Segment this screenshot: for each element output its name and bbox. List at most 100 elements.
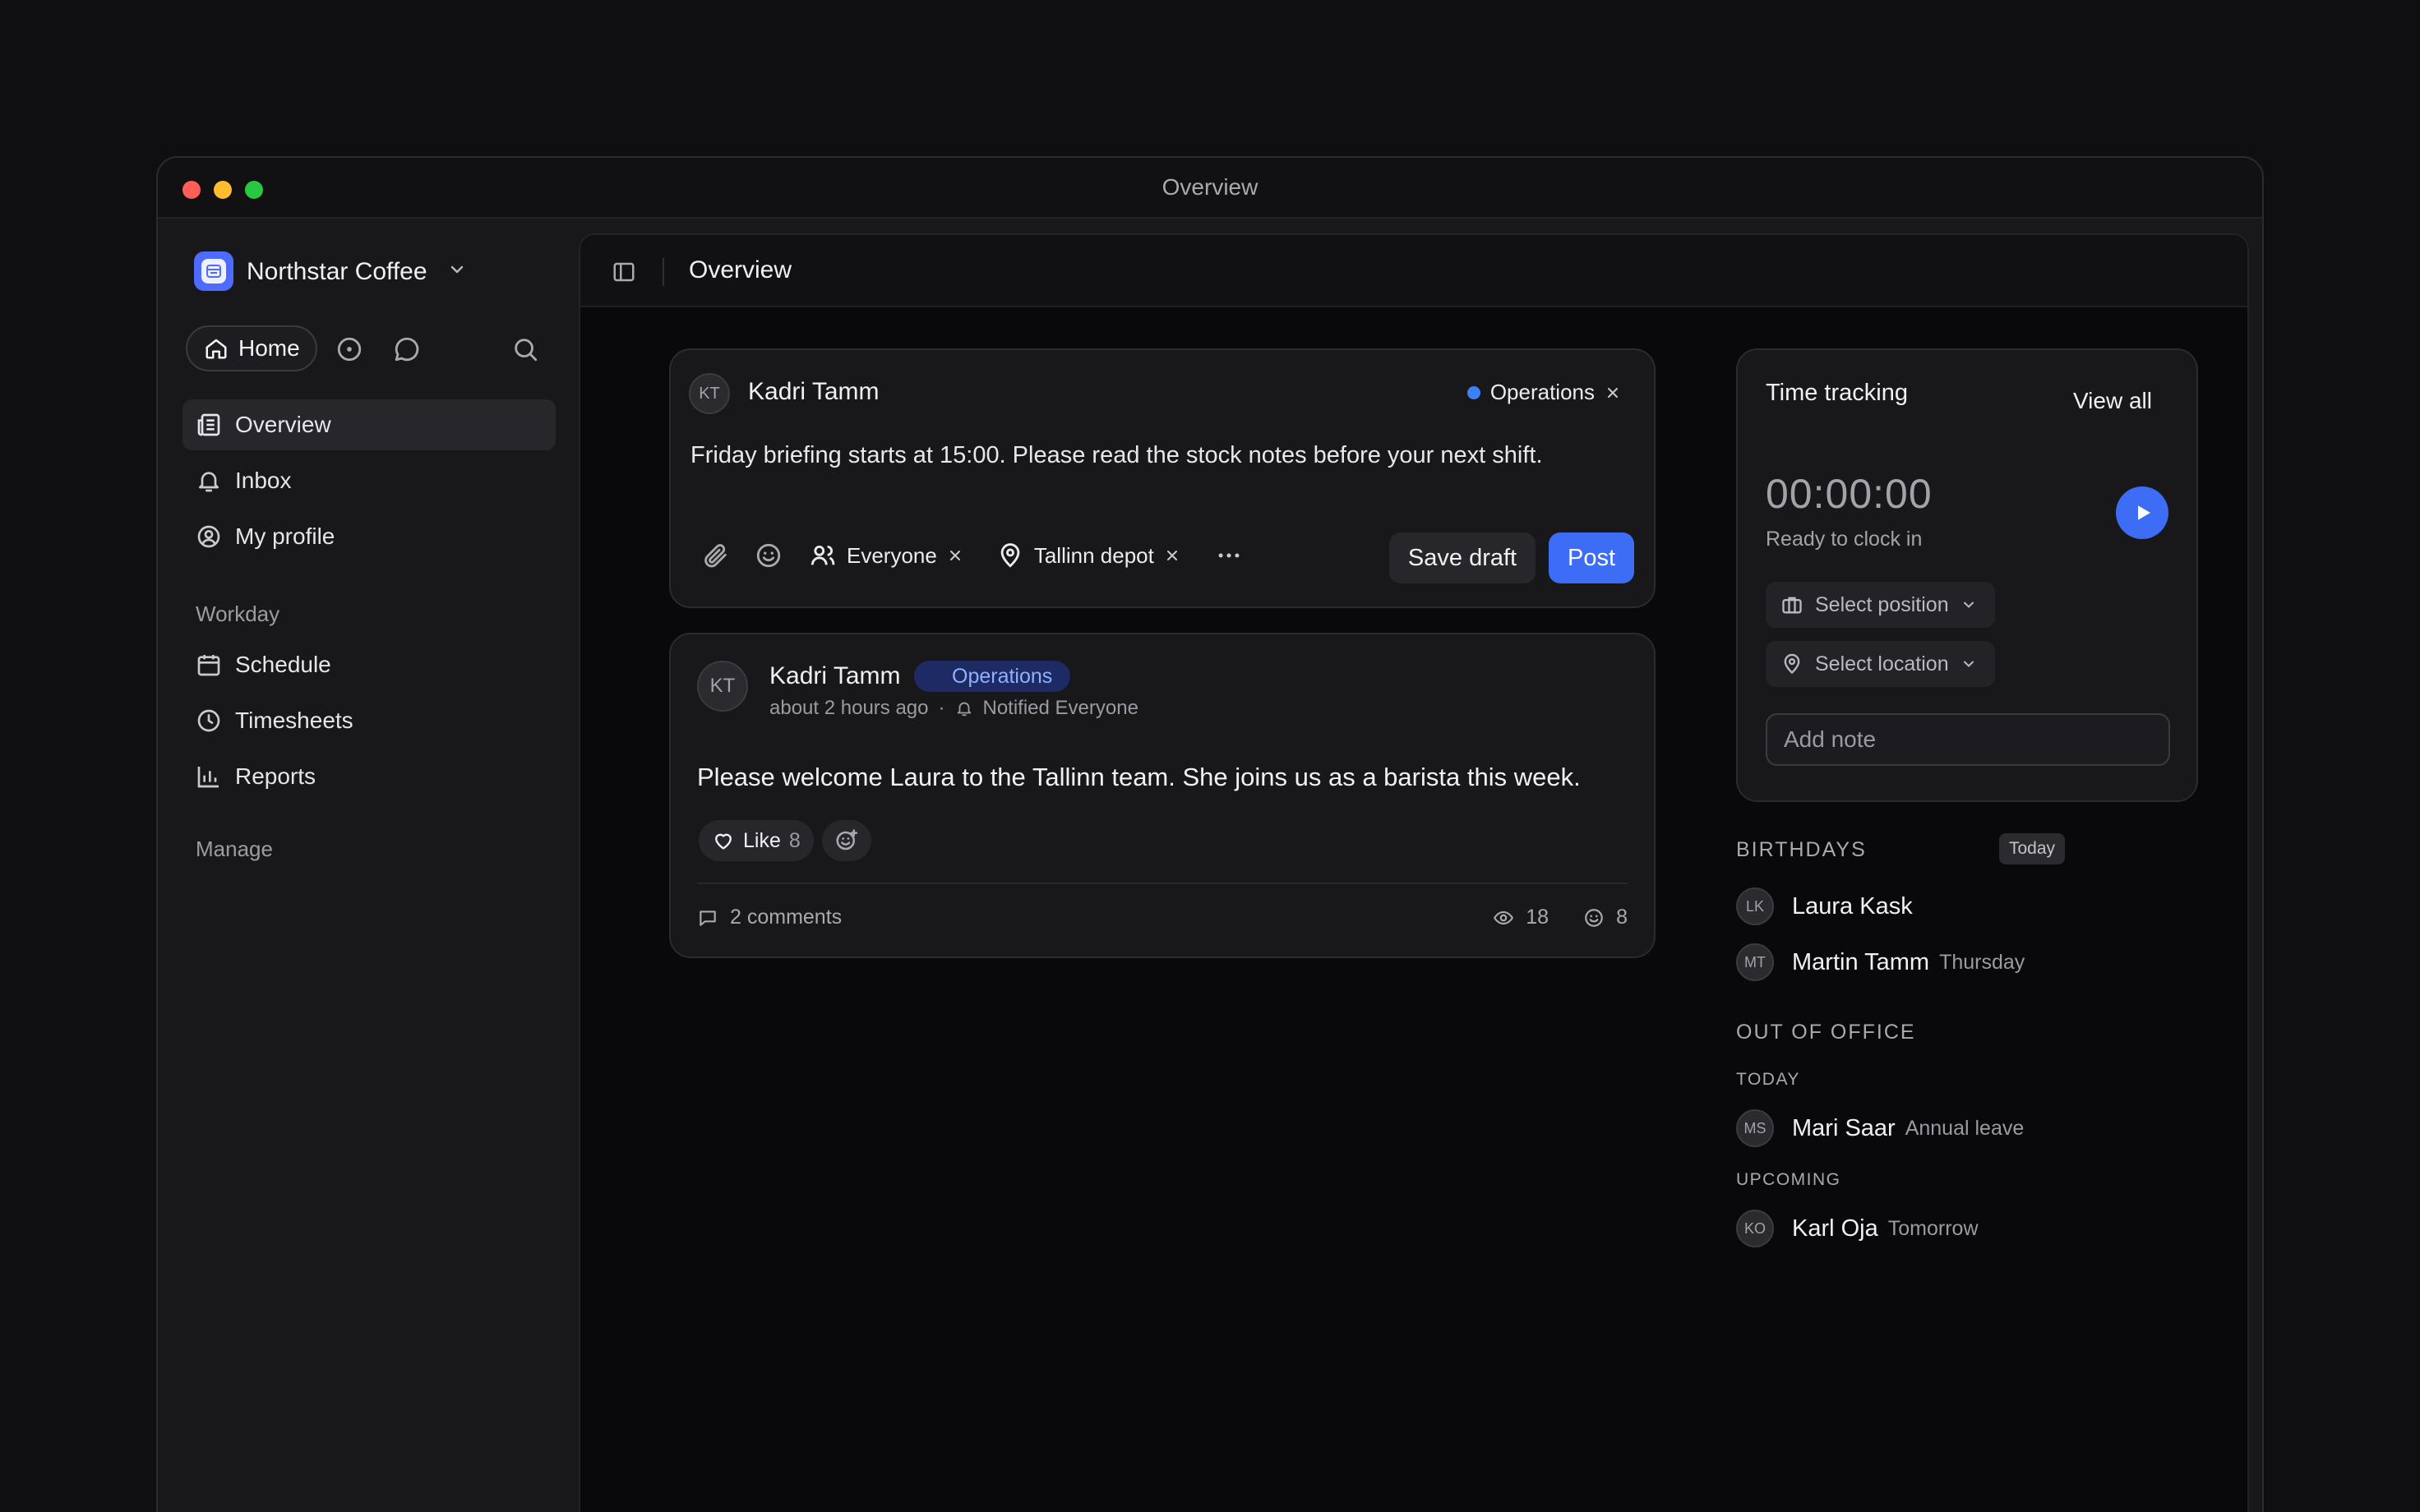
- users-icon: [811, 545, 835, 565]
- person-name: Mari Saar: [1792, 1114, 1896, 1141]
- list-item[interactable]: LK Laura Kask: [1736, 887, 1913, 925]
- more-horizontal-icon[interactable]: [1215, 542, 1243, 569]
- bar-chart-icon: [197, 767, 219, 788]
- nav-timesheets-label: Timesheets: [235, 708, 353, 733]
- home-button[interactable]: Home: [186, 325, 317, 371]
- nav-my-profile[interactable]: My profile: [182, 511, 556, 562]
- workspace-name[interactable]: Northstar Coffee: [247, 258, 427, 286]
- clock-status: Ready to clock in: [1766, 528, 1923, 551]
- section-manage-title: Manage: [196, 837, 273, 861]
- play-icon: [2138, 505, 2150, 520]
- birthdays-title: BIRTHDAYS: [1736, 838, 1867, 861]
- avatar: LK: [1736, 887, 1774, 925]
- nav-reports[interactable]: Reports: [182, 751, 556, 802]
- audience-chip[interactable]: Everyone: [809, 542, 963, 569]
- clock-display: 00:00:00: [1766, 471, 1933, 517]
- nav-inbox[interactable]: Inbox: [182, 455, 556, 506]
- post-tag: Operations: [914, 661, 1071, 692]
- post-stats: 18 8: [1493, 906, 1628, 929]
- post-divider: [697, 883, 1628, 884]
- chevron-down-icon: [1963, 602, 1974, 608]
- status-circle-icon[interactable]: [335, 335, 363, 363]
- paperclip-icon[interactable]: [702, 542, 730, 569]
- post-time: about 2 hours ago: [769, 697, 929, 719]
- avatar: KT: [697, 661, 748, 712]
- list-item[interactable]: KO Karl Oja Tomorrow: [1736, 1210, 1979, 1247]
- like-button[interactable]: Like 8: [699, 820, 814, 861]
- eye-icon: [1494, 910, 1514, 924]
- location-label: Tallinn depot: [1033, 542, 1154, 568]
- close-icon[interactable]: [947, 547, 963, 564]
- add-note-input[interactable]: [1766, 713, 2170, 766]
- calendar-icon: [197, 655, 220, 676]
- add-reaction-button[interactable]: [822, 820, 871, 861]
- nav-timesheets[interactable]: Timesheets: [182, 695, 556, 746]
- emoji-add-icon: [836, 829, 858, 850]
- page-title: Overview: [689, 256, 792, 284]
- comment-icon: [700, 910, 716, 926]
- nav-schedule[interactable]: Schedule: [182, 639, 556, 690]
- search-icon[interactable]: [511, 335, 539, 363]
- newspaper-icon: [197, 413, 220, 436]
- main-panel: Overview KT Kadri Tamm Operations Friday…: [579, 233, 2249, 1512]
- list-item[interactable]: MT Martin Tamm Thursday: [1736, 943, 2025, 981]
- select-position-dropdown[interactable]: Select position: [1766, 582, 1995, 628]
- views-count: 18: [1526, 906, 1549, 929]
- view-all-link[interactable]: View all: [2073, 388, 2152, 414]
- location-chip[interactable]: Tallinn depot: [996, 542, 1180, 569]
- composer-text[interactable]: Friday briefing starts at 15:00. Please …: [690, 442, 1543, 469]
- post-meta: about 2 hours ago · Notified Everyone: [769, 697, 1138, 720]
- ooo-today-title: TODAY: [1736, 1070, 1800, 1089]
- post-text: Please welcome Laura to the Tallinn team…: [697, 763, 1581, 791]
- chevron-down-icon[interactable]: [447, 260, 467, 279]
- composer-author: Kadri Tamm: [748, 378, 880, 405]
- save-draft-button[interactable]: Save draft: [1389, 532, 1536, 583]
- bell-icon: [199, 472, 219, 492]
- post-button[interactable]: Post: [1549, 532, 1634, 583]
- list-item[interactable]: MS Mari Saar Annual leave: [1736, 1109, 2024, 1147]
- emoji-icon[interactable]: [755, 542, 783, 569]
- time-tracking-title: Time tracking: [1766, 380, 1908, 406]
- avatar: MS: [1736, 1109, 1774, 1147]
- ooo-upcoming-title: UPCOMING: [1736, 1170, 1841, 1189]
- smile-icon: [1585, 908, 1603, 927]
- person-note: Thursday: [1939, 950, 2025, 974]
- header-divider: [663, 258, 664, 286]
- clock-in-button[interactable]: [2116, 486, 2168, 539]
- app-window: Overview Northstar Coffee Home Overview …: [156, 156, 2264, 1512]
- bell-icon: [957, 702, 971, 717]
- person-name: Martin Tamm: [1792, 948, 1930, 975]
- composer-tag-label: Operations: [1489, 380, 1595, 404]
- reactions-count: 8: [1616, 906, 1628, 929]
- person-name: Laura Kask: [1792, 892, 1913, 920]
- close-icon[interactable]: [1164, 547, 1180, 564]
- like-label: Like: [743, 828, 781, 852]
- nav-schedule-label: Schedule: [235, 652, 331, 677]
- comments-link[interactable]: 2 comments: [697, 906, 842, 929]
- sidebar-toggle-icon[interactable]: [612, 260, 636, 284]
- out-of-office-title: OUT OF OFFICE: [1736, 1021, 1916, 1044]
- composer-tag[interactable]: Operations: [1466, 380, 1621, 405]
- post-author[interactable]: Kadri Tamm: [769, 662, 901, 690]
- avatar: KT: [689, 373, 730, 414]
- close-icon[interactable]: [1605, 385, 1621, 401]
- home-label: Home: [238, 335, 300, 361]
- chevron-down-icon: [1963, 661, 1974, 667]
- avatar: KO: [1736, 1210, 1774, 1247]
- nav-inbox-label: Inbox: [235, 468, 292, 493]
- select-position-label: Select position: [1815, 592, 1949, 616]
- workspace-logo[interactable]: [194, 251, 233, 291]
- feed-post: KT Kadri Tamm Operations about 2 hours a…: [669, 633, 1656, 958]
- nav-overview[interactable]: Overview: [182, 399, 556, 450]
- sidebar: Northstar Coffee Home Overview Inbox My …: [158, 220, 577, 1512]
- clock-icon: [197, 709, 220, 732]
- post-notified: Notified Everyone: [982, 697, 1138, 719]
- nav-reports-label: Reports: [235, 763, 316, 789]
- user-circle-icon: [197, 525, 220, 548]
- composer-toolbar: Everyone Tallinn depot: [702, 536, 1243, 575]
- briefcase-icon: [1782, 597, 1802, 614]
- section-workday-title: Workday: [196, 602, 280, 626]
- select-location-label: Select location: [1815, 652, 1949, 675]
- select-location-dropdown[interactable]: Select location: [1766, 641, 1995, 687]
- chat-bubble-icon[interactable]: [393, 335, 421, 363]
